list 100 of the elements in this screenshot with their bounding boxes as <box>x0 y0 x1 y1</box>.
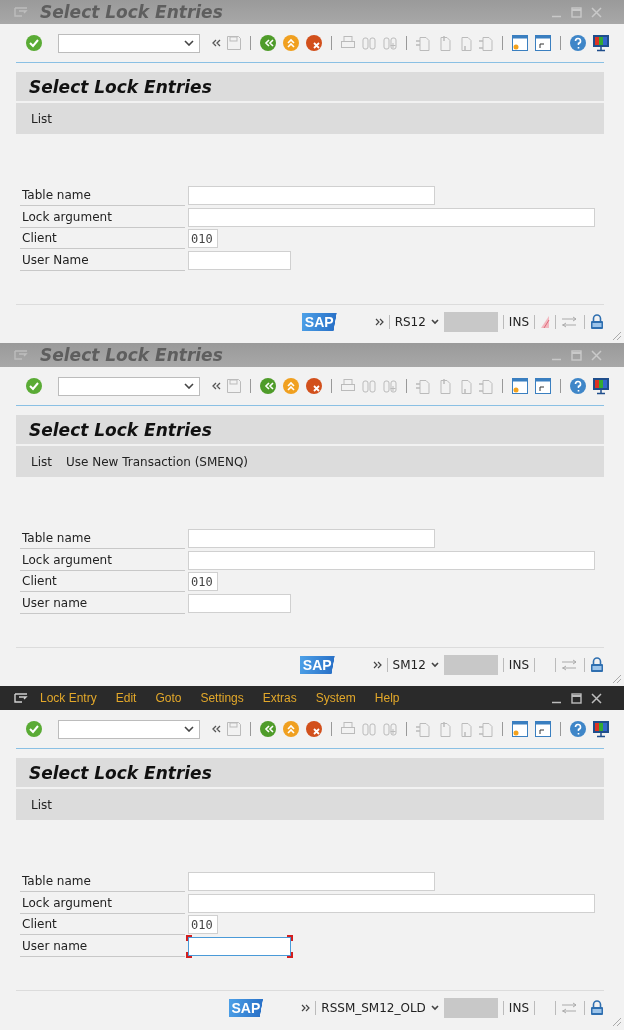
input-field[interactable]: 010 <box>188 572 218 592</box>
screen-title: Select Lock Entries <box>29 762 212 783</box>
help-icon[interactable] <box>569 34 587 52</box>
expand-icon[interactable] <box>374 318 384 326</box>
lock-icon[interactable] <box>590 1000 604 1016</box>
lock-icon[interactable] <box>590 657 604 673</box>
page-icon[interactable] <box>415 377 431 395</box>
find-next-icon[interactable] <box>382 721 398 737</box>
transfer-icon[interactable] <box>561 316 579 328</box>
input-field[interactable] <box>188 250 291 270</box>
menu-item[interactable]: Edit <box>115 691 137 705</box>
exit-icon[interactable] <box>282 34 300 52</box>
input-field[interactable] <box>188 893 595 913</box>
monitor-icon[interactable] <box>592 720 610 738</box>
shortcut-icon[interactable] <box>534 377 552 395</box>
help-icon[interactable] <box>569 720 587 738</box>
menu-item[interactable]: Settings <box>200 691 244 705</box>
toolbar-button[interactable]: List <box>26 109 57 128</box>
command-field[interactable] <box>58 33 200 53</box>
collapse-icon[interactable] <box>211 39 221 47</box>
input-field[interactable] <box>188 936 291 956</box>
exit-icon[interactable] <box>282 720 300 738</box>
page-icon[interactable] <box>478 377 494 395</box>
field-label: User Name <box>20 249 185 271</box>
page-icon[interactable] <box>415 34 431 52</box>
dropdown-icon[interactable] <box>430 662 439 668</box>
toolbar-button[interactable]: List <box>26 452 57 471</box>
monitor-icon[interactable] <box>592 34 610 52</box>
command-field[interactable] <box>58 719 200 739</box>
enter-icon[interactable] <box>25 34 43 52</box>
window-title: Select Lock Entries <box>40 2 223 22</box>
cancel-icon[interactable] <box>305 34 323 52</box>
save-icon[interactable] <box>226 378 242 394</box>
print-icon[interactable] <box>340 378 356 394</box>
cancel-icon[interactable] <box>305 720 323 738</box>
cancel-icon[interactable] <box>305 377 323 395</box>
find-next-icon[interactable] <box>382 378 398 394</box>
shortcut-icon[interactable] <box>534 34 552 52</box>
back-icon[interactable] <box>259 34 277 52</box>
collapse-icon[interactable] <box>211 382 221 390</box>
monitor-icon[interactable] <box>592 377 610 395</box>
menu-item[interactable]: Goto <box>155 691 182 705</box>
new-session-icon[interactable] <box>511 34 529 52</box>
new-session-icon[interactable] <box>511 377 529 395</box>
print-icon[interactable] <box>340 721 356 737</box>
resize-grip-icon[interactable] <box>610 329 622 341</box>
menu-item[interactable]: System <box>315 691 356 705</box>
find-icon[interactable] <box>361 35 377 51</box>
field-label: Client <box>20 228 185 250</box>
toolbar-button[interactable]: List <box>26 795 57 814</box>
screen-title: Select Lock Entries <box>29 76 212 97</box>
dropdown-icon[interactable] <box>430 1005 439 1011</box>
resize-grip-icon[interactable] <box>610 1015 622 1027</box>
page-icon[interactable] <box>478 720 494 738</box>
page-icon[interactable] <box>415 720 431 738</box>
input-field[interactable] <box>188 186 435 206</box>
input-field[interactable] <box>188 872 435 892</box>
collapse-icon[interactable] <box>211 725 221 733</box>
menu-item[interactable]: Help <box>374 691 400 705</box>
field-label: Client <box>20 914 185 936</box>
enter-icon[interactable] <box>25 720 43 738</box>
save-icon[interactable] <box>226 721 242 737</box>
maximize-icon[interactable] <box>571 692 582 704</box>
screen-title: Select Lock Entries <box>29 419 212 440</box>
input-field[interactable]: 010 <box>188 229 218 249</box>
close-icon[interactable] <box>591 692 602 704</box>
find-icon[interactable] <box>361 721 377 737</box>
shortcut-icon[interactable] <box>534 720 552 738</box>
new-session-icon[interactable] <box>511 720 529 738</box>
resize-grip-icon[interactable] <box>610 672 622 684</box>
input-field[interactable]: 010 <box>188 915 218 935</box>
menu-item[interactable]: Extras <box>262 691 297 705</box>
transfer-icon[interactable] <box>561 1002 579 1014</box>
input-field[interactable] <box>188 550 595 570</box>
help-icon[interactable] <box>569 377 587 395</box>
input-field[interactable] <box>188 593 291 613</box>
print-icon[interactable] <box>340 35 356 51</box>
page-icon[interactable] <box>478 34 494 52</box>
save-icon[interactable] <box>226 35 242 51</box>
system-menu-icon[interactable] <box>14 693 28 703</box>
exit-icon[interactable] <box>282 377 300 395</box>
dropdown-icon[interactable] <box>430 319 439 325</box>
toolbar-button[interactable]: Use New Transaction (SMENQ) <box>61 452 253 471</box>
dropdown-icon <box>184 726 194 732</box>
expand-icon[interactable] <box>372 661 382 669</box>
dropdown-icon <box>184 40 194 46</box>
menu-item[interactable]: Lock Entry <box>40 691 97 705</box>
back-icon[interactable] <box>259 720 277 738</box>
dropdown-icon <box>184 383 194 389</box>
input-field[interactable] <box>188 207 595 227</box>
lock-icon[interactable] <box>590 314 604 330</box>
find-next-icon[interactable] <box>382 35 398 51</box>
enter-icon[interactable] <box>25 377 43 395</box>
command-field[interactable] <box>58 376 200 396</box>
find-icon[interactable] <box>361 378 377 394</box>
back-icon[interactable] <box>259 377 277 395</box>
transfer-icon[interactable] <box>561 659 579 671</box>
expand-icon[interactable] <box>301 1004 311 1012</box>
insert-mode: INS <box>508 315 529 329</box>
input-field[interactable] <box>188 529 435 549</box>
